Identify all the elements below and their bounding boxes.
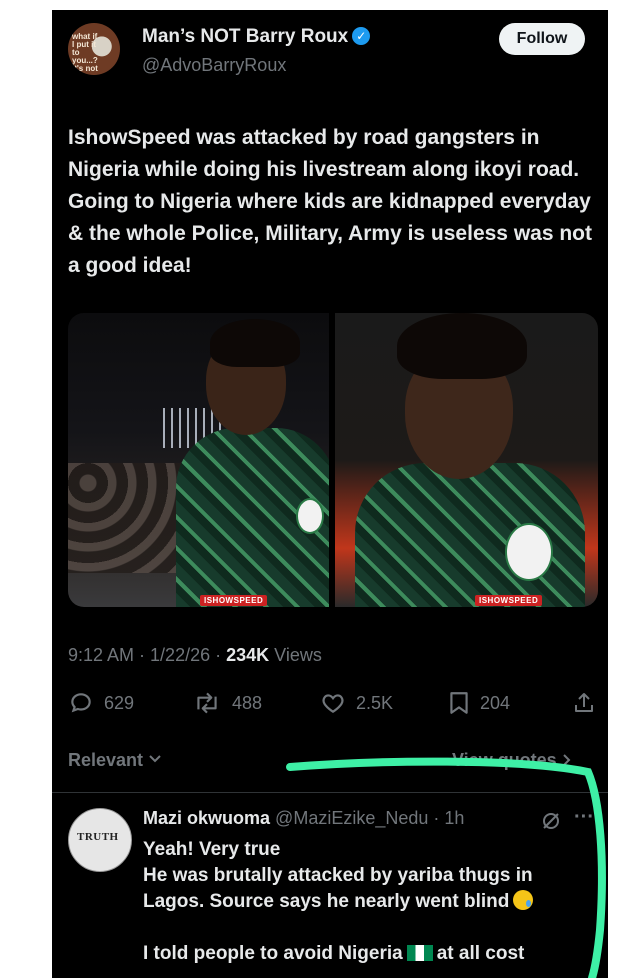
media-watermark: ISHOWSPEED xyxy=(200,595,268,606)
like-count: 2.5K xyxy=(356,692,394,713)
author-name-row[interactable]: Man’s NOT Barry Roux ✓ xyxy=(142,26,371,48)
reply-line-3-pre: I told people to avoid Nigeria xyxy=(143,943,403,964)
bookmark-count: 204 xyxy=(480,692,511,713)
reply-line-1: Yeah! Very true xyxy=(143,839,281,860)
bookmark-icon xyxy=(450,692,468,714)
reply-avatar[interactable]: TRUTH xyxy=(68,808,132,872)
repost-count: 488 xyxy=(232,692,263,713)
share-icon xyxy=(575,693,593,712)
tweet-time[interactable]: 9:12 AM xyxy=(68,645,134,665)
reply-line-3-post: at all cost xyxy=(436,943,525,964)
reply-handle[interactable]: @MaziEzike_Nedu xyxy=(275,808,428,828)
view-quotes-link[interactable]: View quotes xyxy=(452,750,572,771)
reply-display-name[interactable]: Mazi okwuoma xyxy=(143,808,270,828)
media-photo-2[interactable]: ISHOWSPEED xyxy=(335,313,598,607)
reply-time[interactable]: 1h xyxy=(444,808,464,828)
person-hair xyxy=(397,313,527,379)
share-button[interactable] xyxy=(572,688,606,718)
reply-line-3: I told people to avoid Nigeria at all cos… xyxy=(143,941,598,967)
divider xyxy=(52,792,608,793)
nigeria-flag-icon xyxy=(406,945,433,961)
view-quotes-label: View quotes xyxy=(452,750,557,770)
tweet-meta: 9:12 AM · 1/22/26 · 234K Views xyxy=(68,645,322,665)
reply-header: Mazi okwuoma @MaziEzike_Nedu · 1h xyxy=(143,808,465,828)
tweet-date[interactable]: 1/22/26 xyxy=(150,645,210,665)
reply-text: Yeah! Very true He was brutally attacked… xyxy=(143,837,598,967)
reply-icon xyxy=(71,693,91,713)
views-label: Views xyxy=(274,645,322,665)
author-handle[interactable]: @AdvoBarryRoux xyxy=(142,55,286,76)
like-icon xyxy=(322,694,344,713)
author-display-name[interactable]: Man’s NOT Barry Roux xyxy=(142,26,348,47)
verified-badge-icon: ✓ xyxy=(352,27,371,45)
repost-button[interactable]: 488 xyxy=(192,688,262,718)
views-count: 234K xyxy=(226,645,270,665)
media-watermark: ISHOWSPEED xyxy=(475,595,543,606)
reply-count: 629 xyxy=(104,692,135,713)
person-hair xyxy=(210,319,300,367)
author-avatar[interactable]: what if I put it to you...? It's not xyxy=(68,23,120,75)
crying-face-icon xyxy=(513,890,534,910)
action-bar: 629 488 2.5K 204 xyxy=(68,688,598,718)
jersey-crest xyxy=(296,498,324,534)
follow-button[interactable]: Follow xyxy=(499,23,585,55)
reply-line-2-text: He was brutally attacked by yariba thugs… xyxy=(143,865,533,912)
grok-icon[interactable] xyxy=(540,810,562,832)
reply-avatar-caption: TRUTH xyxy=(77,831,119,843)
tweet-card: what if I put it to you...? It's not Man… xyxy=(52,10,608,978)
sort-dropdown[interactable]: Relevant xyxy=(68,750,162,771)
jersey-crest xyxy=(505,523,553,581)
chevron-down-icon xyxy=(149,755,161,763)
bookmark-button[interactable]: 204 xyxy=(448,688,510,718)
chevron-right-icon xyxy=(563,754,571,766)
media-photo-1[interactable]: ISHOWSPEED xyxy=(68,313,329,607)
repost-icon xyxy=(197,692,217,714)
sort-label: Relevant xyxy=(68,750,144,770)
tweet-media[interactable]: ISHOWSPEED ISHOWSPEED xyxy=(68,313,598,607)
reply-button[interactable]: 629 xyxy=(68,688,134,718)
jersey xyxy=(355,463,585,607)
tweet-text: IshowSpeed was attacked by road gangster… xyxy=(68,126,592,277)
reply-line-2: He was brutally attacked by yariba thugs… xyxy=(143,863,598,915)
like-button[interactable]: 2.5K xyxy=(320,688,393,718)
avatar-caption: what if I put it to you...? It's not xyxy=(72,32,98,73)
crowd-background xyxy=(68,463,188,573)
more-icon[interactable]: ··· xyxy=(574,806,594,829)
